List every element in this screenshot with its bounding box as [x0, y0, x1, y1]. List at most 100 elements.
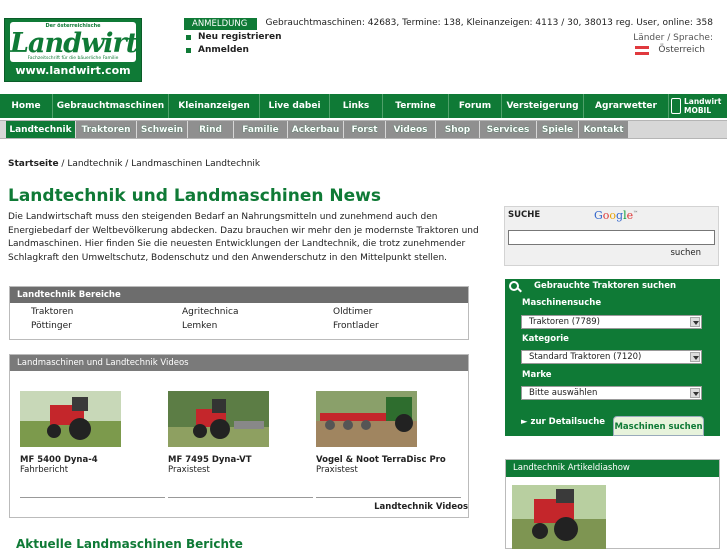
- bereich-link-oldtimer[interactable]: Oldtimer: [333, 306, 484, 320]
- subnav-kontakt[interactable]: Kontakt: [579, 121, 628, 138]
- nav-live-dabei[interactable]: Live dabei: [260, 94, 330, 118]
- breadcrumb: Startseite / Landtechnik / Landmaschinen…: [8, 159, 260, 169]
- subnav-familie[interactable]: Familie: [234, 121, 287, 138]
- video-title: Vogel & Noot TerraDisc Pro: [316, 455, 446, 465]
- language-label: Länder / Sprache:: [633, 33, 713, 43]
- search-input[interactable]: [508, 230, 715, 245]
- video-thumbnail: [316, 391, 417, 447]
- diashow-box: Landtechnik Artikeldiashow: [505, 459, 720, 549]
- bereiche-box: Landtechnik Bereiche Traktoren Agritechn…: [9, 286, 469, 340]
- nav-links[interactable]: Links: [330, 94, 383, 118]
- country-label: Österreich: [658, 45, 705, 55]
- logo-panel: Der österreichische Landwirt Fachzeitsch…: [10, 22, 138, 62]
- site-logo[interactable]: Der österreichische Landwirt Fachzeitsch…: [4, 18, 142, 82]
- video-title: MF 5400 Dyna-4: [20, 455, 98, 465]
- nav-agrarwetter[interactable]: Agrarwetter: [584, 94, 669, 118]
- austria-flag-icon: [635, 45, 650, 55]
- section-title-berichte: Aktuelle Landmaschinen Berichte: [16, 537, 243, 551]
- mobil-label-2: MOBIL: [684, 106, 712, 115]
- video-title: MF 7495 Dyna-VT: [168, 455, 252, 465]
- video-divider: [20, 497, 165, 498]
- mobil-label-1: Landwirt: [684, 97, 722, 106]
- register-link[interactable]: Neu registrieren: [186, 32, 281, 42]
- video-thumbnail: [168, 391, 269, 447]
- logo-subtitle: Fachzeitschrift für die bäuerliche Famil…: [27, 56, 119, 61]
- kategorie-select[interactable]: Standard Traktoren (7120): [521, 350, 702, 364]
- subnav-rind[interactable]: Rind: [188, 121, 233, 138]
- maschinensuche-select[interactable]: Traktoren (7789): [521, 315, 702, 329]
- more-videos-link[interactable]: Landtechnik Videos: [374, 502, 468, 512]
- videos-title: Landmaschinen und Landtechnik Videos: [10, 355, 468, 371]
- video-item-mf5400[interactable]: MF 5400 Dyna-4 Fahrbericht: [20, 391, 165, 498]
- video-divider: [316, 497, 461, 498]
- mobile-phone-icon: [671, 98, 681, 114]
- bereiche-title: Landtechnik Bereiche: [10, 287, 468, 303]
- chevron-down-icon: [690, 352, 700, 362]
- subnav-forst[interactable]: Forst: [344, 121, 385, 138]
- magnifier-icon: [509, 281, 519, 291]
- diashow-title: Landtechnik Artikeldiashow: [506, 460, 719, 477]
- intro-text: Die Landwirtschaft muss den steigenden B…: [8, 212, 479, 263]
- bereich-link-agritechnica[interactable]: Agritechnica: [182, 306, 333, 320]
- subnav-traktoren[interactable]: Traktoren: [76, 121, 136, 138]
- maschinensuche-label: Maschinensuche: [522, 298, 602, 308]
- subnav-ackerbau[interactable]: Ackerbau: [288, 121, 343, 138]
- search-box: SUCHE Google™ suchen: [504, 206, 719, 266]
- diashow-image[interactable]: [512, 485, 606, 549]
- video-item-terradisc[interactable]: Vogel & Noot TerraDisc Pro Praxistest: [316, 391, 461, 498]
- bereich-link-poettinger[interactable]: Pöttinger: [31, 320, 182, 334]
- maschinen-suchen-button[interactable]: Maschinen suchen: [613, 416, 704, 436]
- bullet-square-icon: [186, 47, 191, 53]
- breadcrumb-current: Landmaschinen Landtechnik: [131, 159, 261, 169]
- video-item-mf7495[interactable]: MF 7495 Dyna-VT Praxistest: [168, 391, 313, 498]
- nav-kleinanzeigen[interactable]: Kleinanzeigen: [169, 94, 260, 118]
- chevron-down-icon: [690, 388, 700, 398]
- search-label: SUCHE: [508, 210, 541, 220]
- subnav-landtechnik[interactable]: Landtechnik: [6, 121, 75, 138]
- anmeldung-header: ANMELDUNG: [184, 18, 257, 30]
- subnav-services[interactable]: Services: [480, 121, 536, 138]
- register-label: Neu registrieren: [198, 32, 282, 42]
- nav-termine[interactable]: Termine: [383, 94, 449, 118]
- video-subtitle: Praxistest: [168, 465, 210, 475]
- bereiche-links: Traktoren Agritechnica Oldtimer Pöttinge…: [10, 303, 468, 333]
- chevron-down-icon: [690, 317, 700, 327]
- nav-home[interactable]: Home: [0, 94, 53, 118]
- breadcrumb-landtechnik[interactable]: Landtechnik: [67, 159, 122, 169]
- page-title: Landtechnik und Landmaschinen News: [8, 186, 381, 206]
- video-thumbnail: [20, 391, 121, 447]
- video-subtitle: Fahrbericht: [20, 465, 69, 475]
- login-link[interactable]: Anmelden: [186, 45, 249, 55]
- nav-landwirt-mobil[interactable]: Landwirt MOBIL: [669, 94, 721, 118]
- subnav-videos[interactable]: Videos: [386, 121, 435, 138]
- bullet-square-icon: [186, 34, 191, 40]
- bereich-link-frontlader[interactable]: Frontlader: [333, 320, 484, 334]
- country-selector[interactable]: Österreich: [635, 45, 705, 55]
- search-button[interactable]: suchen: [671, 248, 702, 258]
- videos-box: Landmaschinen und Landtechnik Videos MF …: [9, 354, 469, 518]
- logo-url: www.landwirt.com: [15, 64, 131, 77]
- nav-forum[interactable]: Forum: [449, 94, 502, 118]
- nav-gebrauchtmaschinen[interactable]: Gebrauchtmaschinen: [53, 94, 169, 118]
- bereich-link-traktoren[interactable]: Traktoren: [31, 306, 182, 320]
- breadcrumb-separator: /: [58, 159, 68, 169]
- marke-select[interactable]: Bitte auswählen: [521, 386, 702, 400]
- marke-label: Marke: [522, 370, 552, 380]
- video-divider: [168, 497, 313, 498]
- detailsuche-link[interactable]: ► zur Detailsuche: [521, 417, 605, 427]
- subnav-shop[interactable]: Shop: [436, 121, 479, 138]
- login-label: Anmelden: [198, 45, 249, 55]
- site-stats: Gebrauchtmaschinen: 42683, Termine: 138,…: [265, 18, 713, 28]
- kategorie-label: Kategorie: [522, 334, 569, 344]
- tractor-search-title: Gebrauchte Traktoren suchen: [534, 281, 677, 291]
- breadcrumb-home[interactable]: Startseite: [8, 159, 59, 169]
- subnav-schwein[interactable]: Schwein: [137, 121, 187, 138]
- google-logo: Google™: [594, 209, 639, 222]
- nav-versteigerung[interactable]: Versteigerung: [502, 94, 584, 118]
- subnav-spiele[interactable]: Spiele: [537, 121, 578, 138]
- logo-brand: Landwirt: [10, 28, 138, 59]
- bereich-link-lemken[interactable]: Lemken: [182, 320, 333, 334]
- video-subtitle: Praxistest: [316, 465, 358, 475]
- breadcrumb-separator: /: [122, 159, 132, 169]
- main-navigation: Home Gebrauchtmaschinen Kleinanzeigen Li…: [0, 94, 727, 118]
